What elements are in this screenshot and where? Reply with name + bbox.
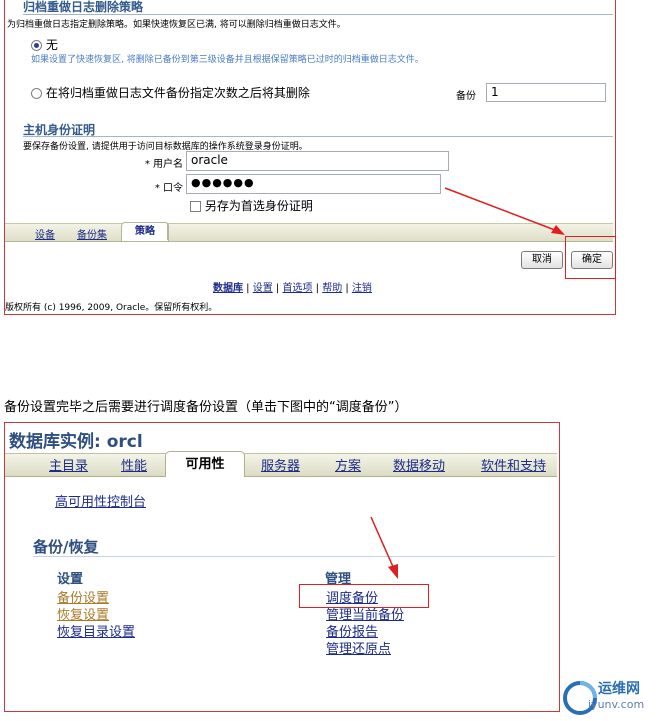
backups-input[interactable]: 1	[486, 83, 606, 102]
footer-link-logout[interactable]: 注销	[352, 283, 372, 294]
username-input[interactable]: oracle	[186, 151, 449, 171]
recovery-catalog-setup-link[interactable]: 恢复目录设置	[57, 621, 135, 640]
footer-links: 数据库 | 设置 | 首选项 | 帮助 | 注销	[213, 283, 372, 294]
watermark-brand: 运维网	[598, 681, 640, 697]
tab-schema[interactable]: 方案	[335, 455, 361, 474]
tab-server[interactable]: 服务器	[261, 455, 300, 474]
radio-after-backup[interactable]	[31, 88, 42, 99]
divider	[33, 556, 555, 557]
save-pref-checkbox[interactable]	[190, 201, 201, 212]
cancel-button[interactable]: 取消	[521, 251, 563, 269]
tab-data-movement[interactable]: 数据移动	[393, 455, 445, 474]
divider	[23, 14, 613, 15]
option-backup-label: 在将归档重做日志文件备份指定次数之后将其删除	[45, 86, 310, 100]
tab-software-support[interactable]: 软件和支持	[481, 455, 546, 474]
footer-link-preferences[interactable]: 首选项	[282, 283, 312, 294]
backup-policy-panel: 归档重做日志删除策略 为归档重做日志指定删除策略。如果快速恢复区已满, 将可以删…	[4, 0, 616, 315]
tab-devices[interactable]: 设备	[35, 226, 55, 241]
red-arrow	[444, 187, 565, 235]
tab-backup-sets[interactable]: 备份集	[77, 226, 107, 241]
archive-policy-title: 归档重做日志删除策略	[23, 0, 144, 14]
ha-console-link[interactable]: 高可用性控制台	[55, 491, 146, 510]
watermark-url: iyunv.com	[588, 698, 645, 711]
tab-availability[interactable]: 可用性	[165, 451, 245, 477]
password-label: * 口令	[154, 183, 183, 194]
password-input[interactable]: ●●●●●●	[186, 174, 441, 194]
tab-home[interactable]: 主目录	[49, 455, 88, 474]
copyright: 版权所有 (c) 1996, 2009, Oracle。保留所有权利。	[5, 303, 218, 313]
instruction-text: 备份设置完毕之后需要进行调度备份设置（单击下图中的“调度备份”）	[4, 400, 408, 415]
footer-link-help[interactable]: 帮助	[322, 283, 342, 294]
footer-link-database[interactable]: 数据库	[213, 283, 243, 294]
option-none-note: 如果设置了快速恢复区, 将删除已备份到第三级设备并且根据保留策略已过时的归档重做…	[31, 55, 424, 65]
availability-panel: 数据库实例: orcl 主目录 性能 可用性 服务器 方案 数据移动 软件和支持…	[4, 422, 560, 712]
setup-title: 设置	[57, 572, 84, 587]
highlight-box	[299, 584, 429, 608]
radio-none[interactable]	[31, 40, 42, 51]
instance-title: 数据库实例: orcl	[9, 432, 143, 452]
manage-restore-points-link[interactable]: 管理还原点	[326, 638, 391, 657]
save-pref-row[interactable]: 另存为首选身份证明	[190, 197, 313, 214]
save-pref-label: 另存为首选身份证明	[204, 199, 313, 213]
tab-policy[interactable]: 策略	[121, 222, 169, 241]
ok-button[interactable]: 确定	[571, 251, 613, 269]
red-arrow	[370, 516, 398, 579]
divider	[23, 136, 613, 137]
option-none-label: 无	[45, 38, 58, 52]
footer-link-setup[interactable]: 设置	[253, 283, 273, 294]
backups-label: 备份	[456, 91, 476, 102]
watermark: 运维网 iyunv.com	[560, 676, 660, 718]
option-backup-row[interactable]: 在将归档重做日志文件备份指定次数之后将其删除	[31, 84, 310, 101]
archive-policy-desc: 为归档重做日志指定删除策略。如果快速恢复区已满, 将可以删除归档重做日志文件。	[7, 20, 346, 30]
option-none-row[interactable]: 无	[31, 36, 58, 53]
username-label: * 用户名	[144, 159, 183, 170]
tab-performance[interactable]: 性能	[121, 455, 147, 474]
backup-recovery-title: 备份/恢复	[33, 538, 99, 556]
